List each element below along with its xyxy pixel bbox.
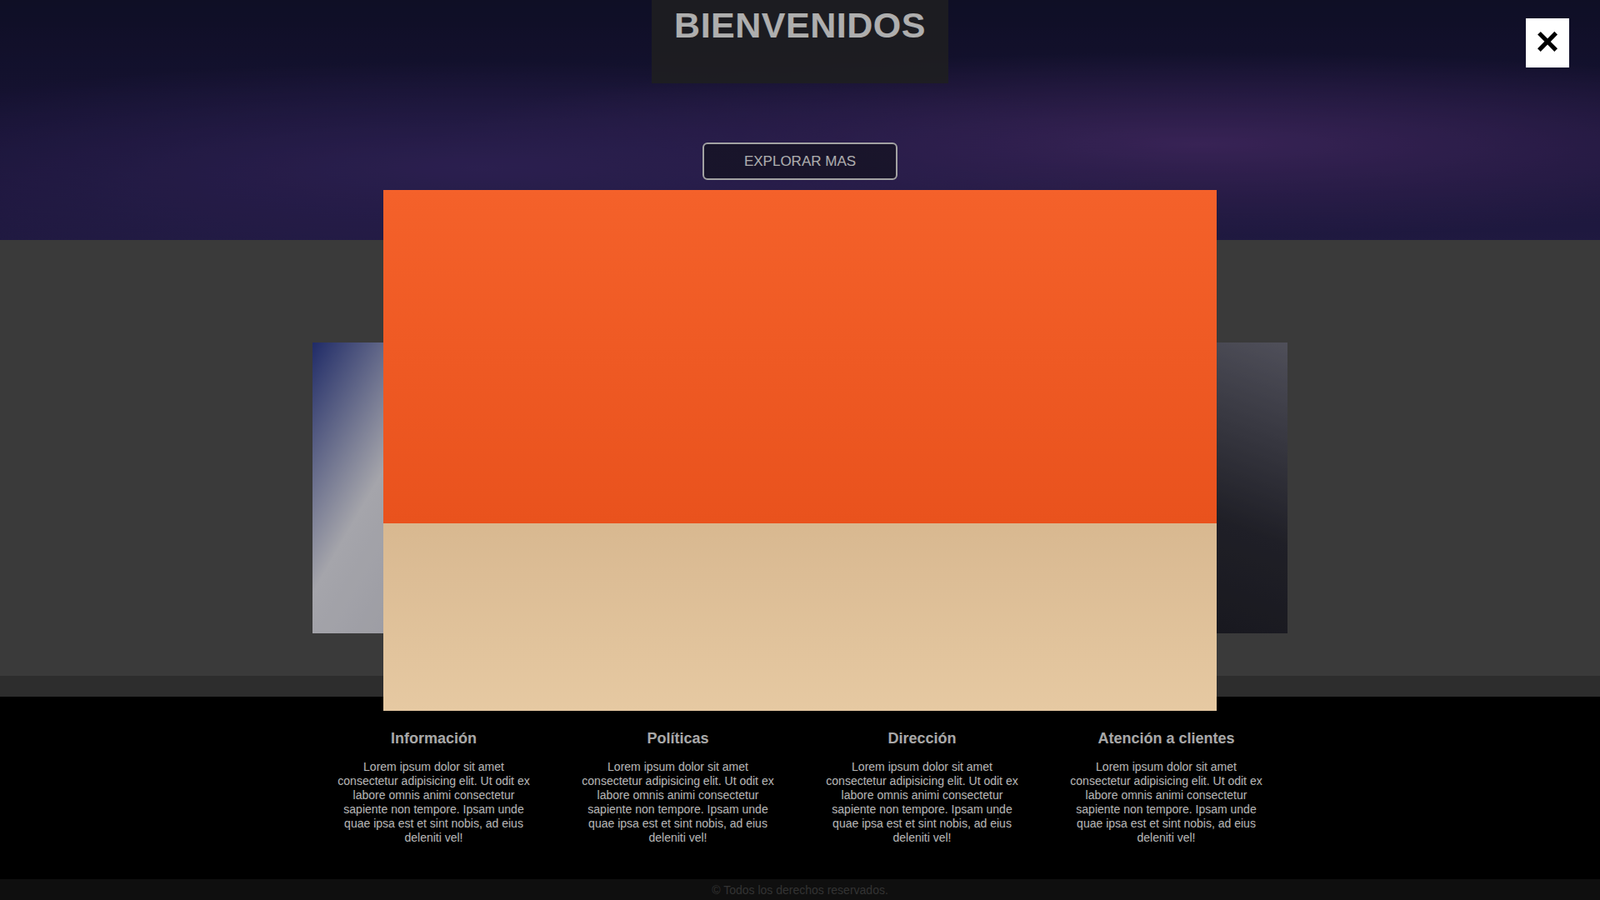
lightbox-image	[383, 190, 1217, 711]
close-button[interactable]: ×	[1525, 18, 1570, 68]
lightbox-overlay[interactable]: ×	[0, 0, 1600, 900]
